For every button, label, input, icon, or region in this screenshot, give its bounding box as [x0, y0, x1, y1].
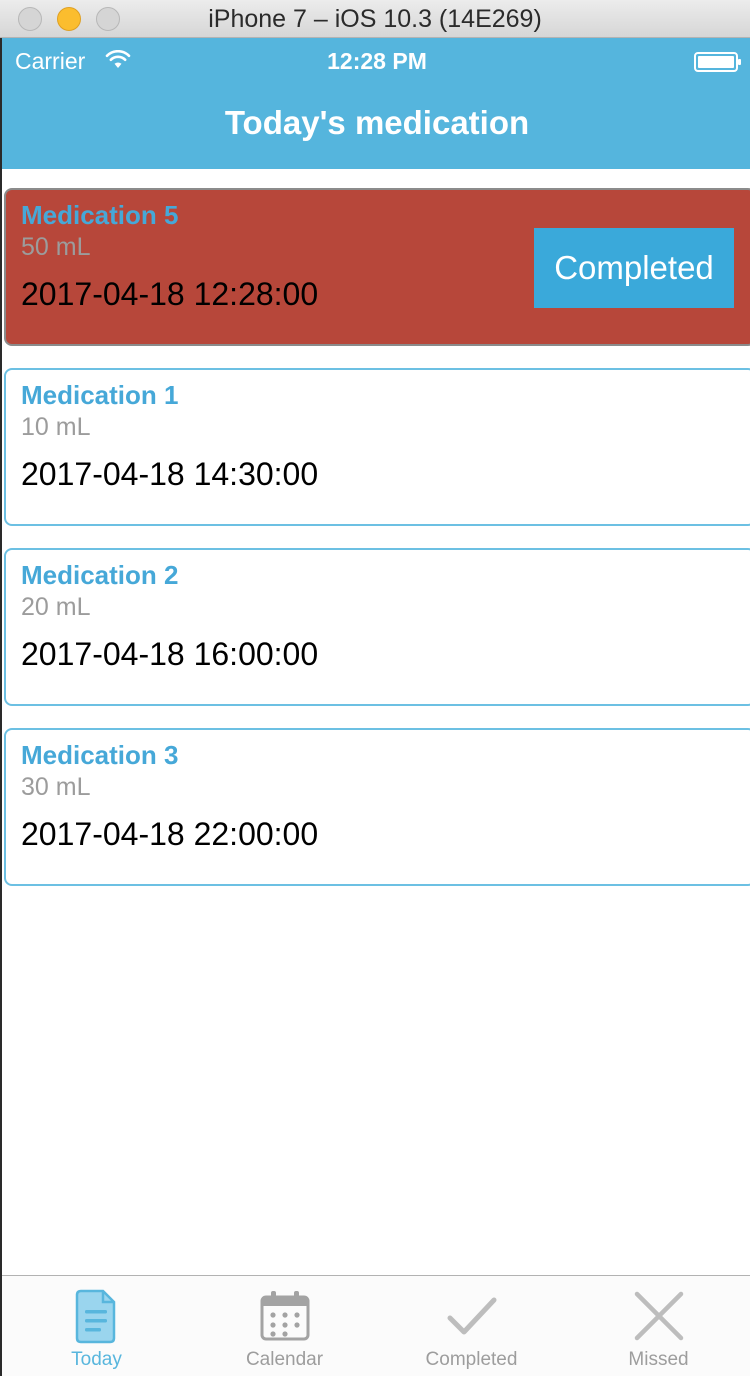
tab-bar: Today Calendar Completed Missed — [2, 1275, 750, 1376]
medication-card[interactable]: Medication 2 20 mL 2017-04-18 16:00:00 — [4, 548, 750, 706]
medication-name: Medication 1 — [21, 380, 179, 410]
navigation-header: Carrier 12:28 PM Today's medication — [2, 38, 750, 169]
medication-dose: 20 mL — [21, 593, 91, 621]
status-time: 12:28 PM — [327, 48, 427, 74]
medication-card[interactable]: Medication 3 30 mL 2017-04-18 22:00:00 — [4, 728, 750, 886]
tab-label: Completed — [425, 1349, 518, 1370]
medication-card[interactable]: Medication 5 50 mL 2017-04-18 12:28:00 C… — [4, 188, 750, 346]
x-icon — [634, 1291, 683, 1341]
medication-time: 2017-04-18 22:00:00 — [21, 816, 319, 852]
medication-name: Medication 3 — [21, 740, 179, 770]
tab-completed[interactable]: Completed — [378, 1276, 565, 1376]
device-screen: Carrier 12:28 PM Today's medication Medi… — [0, 38, 750, 1376]
document-icon — [75, 1289, 115, 1344]
tab-today[interactable]: Today — [3, 1276, 190, 1376]
medication-card[interactable]: Medication 1 10 mL 2017-04-18 14:30:00 — [4, 368, 750, 526]
simulator-title-bar: iPhone 7 – iOS 10.3 (14E269) — [0, 0, 750, 38]
mark-completed-button[interactable]: Completed — [534, 228, 734, 308]
medication-dose: 50 mL — [21, 233, 91, 261]
tab-label: Calendar — [245, 1349, 324, 1370]
medication-time: 2017-04-18 14:30:00 — [21, 456, 319, 492]
tab-missed[interactable]: Missed — [565, 1276, 750, 1376]
checkmark-icon — [447, 1297, 496, 1335]
window-title: iPhone 7 – iOS 10.3 (14E269) — [208, 5, 542, 33]
medication-name: Medication 5 — [21, 200, 179, 230]
tab-label: Missed — [628, 1349, 689, 1370]
calendar-icon — [260, 1291, 309, 1341]
medication-dose: 30 mL — [21, 773, 91, 801]
medication-time: 2017-04-18 16:00:00 — [21, 636, 319, 672]
battery-icon — [694, 52, 741, 72]
medication-time: 2017-04-18 12:28:00 — [21, 276, 319, 312]
medication-dose: 10 mL — [21, 413, 91, 441]
page-title: Today's medication — [224, 104, 530, 141]
tab-label: Today — [71, 1349, 122, 1370]
medication-name: Medication 2 — [21, 560, 179, 590]
tab-calendar[interactable]: Calendar — [191, 1276, 378, 1376]
